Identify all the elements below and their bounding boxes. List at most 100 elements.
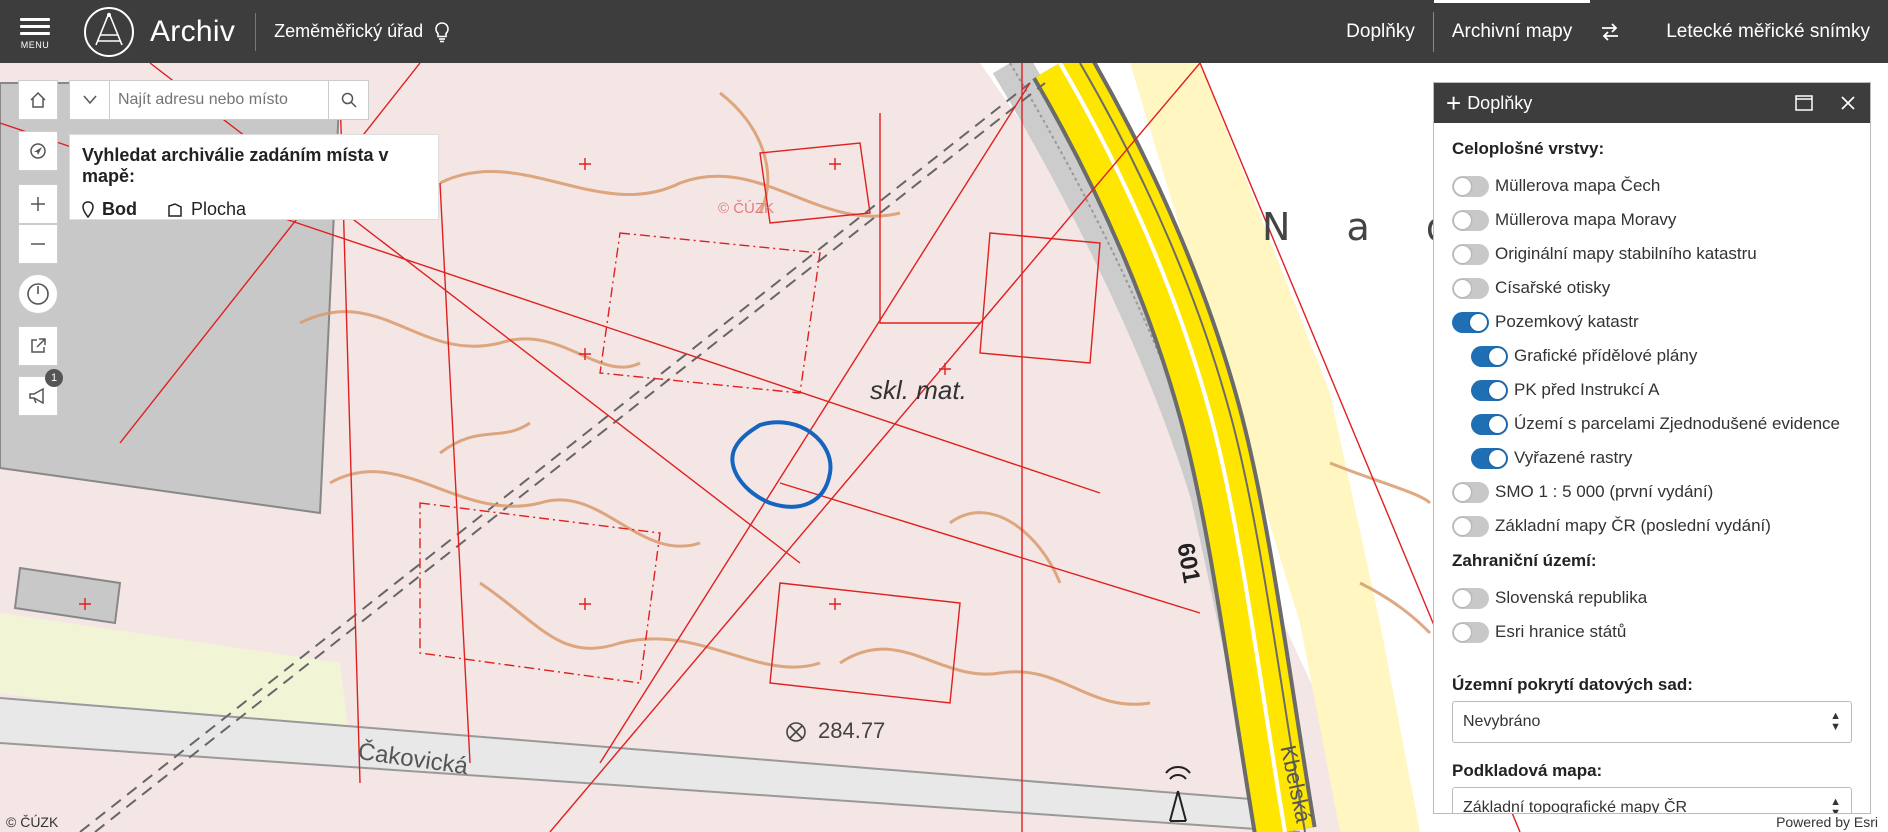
toggle-knob [1454, 589, 1471, 607]
layer-toggle[interactable] [1452, 515, 1489, 537]
map-label-skl-mat: skl. mat. [870, 375, 967, 405]
layer-row: Císařské otisky [1452, 271, 1852, 305]
layer-row: Müllerova mapa Čech [1452, 169, 1852, 203]
header-divider [255, 12, 257, 51]
layer-toggle[interactable] [1452, 311, 1489, 333]
map-watermark: © ČÚZK [718, 200, 775, 217]
toggle-knob [1489, 415, 1506, 433]
chevron-down-icon [82, 95, 97, 105]
toggle-knob [1470, 313, 1487, 331]
time-button[interactable] [18, 274, 58, 314]
app-title: Archiv [150, 14, 236, 48]
layer-toggle[interactable] [1452, 243, 1489, 265]
maximize-button[interactable] [1782, 83, 1826, 123]
layer-row: Originální mapy stabilního katastru [1452, 237, 1852, 271]
layer-label: Grafické přídělové plány [1514, 346, 1698, 365]
clock-icon [27, 283, 49, 305]
layer-row: Grafické přídělové plány [1452, 339, 1852, 373]
coverage-select[interactable]: Nevybráno ▲ ▼ [1452, 701, 1852, 743]
toggle-knob [1454, 517, 1471, 535]
share-button[interactable] [18, 326, 58, 366]
search-button[interactable] [328, 81, 368, 119]
layer-row: Základní mapy ČR (poslední vydání) [1452, 509, 1852, 543]
layer-label: SMO 1 : 5 000 (první vydání) [1495, 482, 1714, 501]
layer-toggle[interactable] [1452, 209, 1489, 231]
panel-title: Doplňky [1467, 92, 1533, 113]
lightbulb-icon[interactable] [433, 21, 451, 43]
swap-arrows-icon[interactable] [1590, 0, 1648, 63]
layer-label: Esri hranice států [1495, 622, 1627, 641]
pin-icon [82, 200, 94, 218]
toggle-knob [1489, 381, 1506, 399]
zoom-in-button[interactable] [18, 184, 58, 224]
map-label-elevation: 284.77 [818, 718, 886, 743]
toggle-knob [1489, 347, 1506, 365]
layer-row: Území s parcelami Zjednodušené evidence [1452, 407, 1852, 441]
layer-row: Vyřazené rastry [1452, 441, 1852, 475]
layer-toggle[interactable] [1452, 277, 1489, 299]
feedback-button[interactable]: 1 [18, 369, 63, 416]
panel-header: + Doplňky [1434, 83, 1870, 123]
layer-row: Slovenská republika [1452, 581, 1852, 615]
layer-label: Müllerova mapa Čech [1495, 176, 1661, 195]
basemap-select[interactable]: Základní topografické mapy ČR ▲ ▼ [1452, 787, 1852, 813]
app-subtitle[interactable]: Zeměměřický úřad [274, 21, 423, 42]
select-arrows-icon: ▲ ▼ [1830, 710, 1841, 733]
basemap-label: Podkladová mapa: [1452, 761, 1603, 780]
zoom-out-button[interactable] [18, 224, 58, 264]
close-icon [1841, 96, 1855, 110]
layer-toggle[interactable] [1452, 481, 1489, 503]
attribution-esri[interactable]: Powered by Esri [1772, 814, 1882, 830]
search-bar [69, 80, 369, 120]
coverage-value: Nevybráno [1463, 713, 1541, 730]
section-title-layers: Celoplošné vrstvy: [1452, 139, 1605, 158]
layer-row: SMO 1 : 5 000 (první vydání) [1452, 475, 1852, 509]
foreign-layers-list: Slovenská republika Esri hranice států [1452, 581, 1852, 649]
addons-panel: + Doplňky Celoplošné vrstvy: Müllerova m… [1433, 82, 1871, 814]
layer-label: Pozemkový katastr [1495, 312, 1639, 331]
home-button[interactable] [18, 80, 58, 120]
cuzk-logo-icon [84, 6, 134, 57]
layer-row: Müllerova mapa Moravy [1452, 203, 1852, 237]
layer-label: Základní mapy ČR (poslední vydání) [1495, 516, 1771, 535]
search-source-dropdown[interactable] [70, 81, 110, 119]
find-point-label: Bod [102, 199, 137, 219]
attribution-cuzk: © ČÚZK [6, 814, 59, 830]
layer-label: PK před Instrukcí A [1514, 380, 1660, 399]
locate-button[interactable] [18, 131, 58, 171]
layer-toggle[interactable] [1471, 379, 1508, 401]
menu-label: MENU [20, 39, 50, 50]
nav-doplnky[interactable]: Doplňky [1328, 0, 1433, 63]
find-archive-box: Vyhledat archiválie zadáním místa v mapě… [69, 134, 439, 220]
toggle-knob [1454, 245, 1471, 263]
menu-button[interactable]: MENU [0, 0, 70, 63]
home-icon [30, 91, 46, 108]
plus-icon: + [1446, 88, 1462, 118]
megaphone-icon [29, 387, 44, 405]
toggle-knob [1454, 279, 1471, 297]
layer-toggle[interactable] [1471, 413, 1508, 435]
nav-letecke-snimky[interactable]: Letecké měřické snímky [1648, 0, 1888, 63]
minus-icon [31, 243, 45, 245]
maximize-icon [1795, 95, 1813, 111]
nav-archivni-mapy[interactable]: Archivní mapy [1433, 0, 1591, 63]
layer-toggle[interactable] [1471, 345, 1508, 367]
layer-row: Pozemkový katastr [1452, 305, 1852, 339]
feedback-badge: 1 [45, 369, 63, 387]
layer-label: Müllerova mapa Moravy [1495, 210, 1677, 229]
find-point-option[interactable]: Bod [82, 199, 137, 220]
layer-label: Území s parcelami Zjednodušené evidence [1514, 414, 1841, 433]
layer-row: PK před Instrukcí A [1452, 373, 1852, 407]
layer-toggle[interactable] [1452, 621, 1489, 643]
layer-row: Esri hranice států [1452, 615, 1852, 649]
close-button[interactable] [1826, 83, 1870, 123]
compass-icon [30, 143, 46, 159]
layer-toggle[interactable] [1452, 175, 1489, 197]
layer-label: Vyřazené rastry [1514, 448, 1633, 467]
toggle-knob [1454, 623, 1471, 641]
search-input[interactable] [110, 81, 328, 119]
layer-toggle[interactable] [1471, 447, 1508, 469]
layer-toggle[interactable] [1452, 587, 1489, 609]
find-area-option[interactable]: Plocha [167, 199, 246, 220]
section-title-foreign: Zahraniční území: [1452, 551, 1597, 570]
